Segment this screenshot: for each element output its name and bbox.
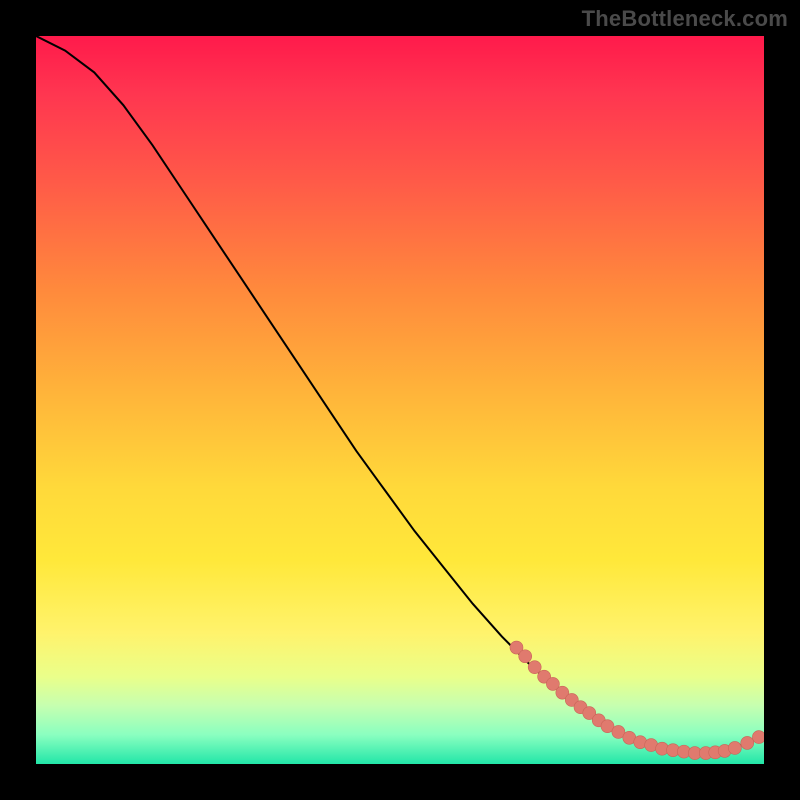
bottleneck-curve xyxy=(36,36,764,753)
data-point xyxy=(519,650,532,663)
watermark-text: TheBottleneck.com xyxy=(582,6,788,32)
plot-area xyxy=(36,36,764,764)
chart-svg xyxy=(36,36,764,764)
data-point xyxy=(528,661,541,674)
data-point xyxy=(741,736,754,749)
data-point xyxy=(752,731,764,744)
chart-container: TheBottleneck.com xyxy=(0,0,800,800)
data-point xyxy=(728,741,741,754)
data-points-group xyxy=(510,641,764,760)
